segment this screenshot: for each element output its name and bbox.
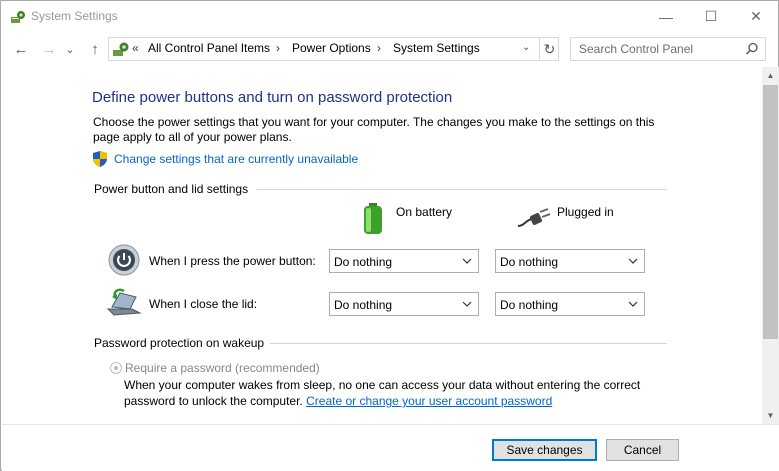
scroll-thumb[interactable] [763,85,778,339]
save-changes-button[interactable]: Save changes [492,439,597,461]
chevron-down-icon[interactable]: ⌄ [522,42,530,53]
window: System Settings — ☐ ✕ ← → ⌄ ↑ « All Cont… [0,0,779,471]
power-button-icon [108,244,140,276]
search-icon[interactable] [745,42,759,56]
arrow-right-icon: → [41,40,57,58]
password-group-divider [270,343,667,344]
close-button[interactable]: ✕ [733,1,779,32]
page-title: Define power buttons and turn on passwor… [92,89,453,106]
address-bar[interactable]: « All Control Panel Items › Power Option… [108,37,559,61]
power-group-divider [257,189,667,190]
chevron-down-icon [628,258,638,264]
require-password-description: When your computer wakes from sleep, no … [124,377,664,409]
maximize-icon: ☐ [704,8,718,24]
chevron-down-icon [628,301,638,307]
maximize-button[interactable]: ☐ [688,1,734,32]
chevron-down-icon: ⌄ [65,43,75,56]
battery-icon [364,203,382,234]
control-panel-icon [113,42,129,56]
breadcrumb-all-control-panel-items[interactable]: All Control Panel Items [148,41,270,55]
triangle-up-icon: ▲ [766,71,775,80]
arrow-left-icon: ← [13,40,29,58]
scroll-down-button[interactable]: ▼ [762,407,779,424]
close-lid-plugged-select[interactable]: Do nothing [495,292,645,316]
refresh-button[interactable]: ↻ [539,38,559,60]
search-input[interactable] [579,42,739,56]
select-value: Do nothing [500,255,559,269]
power-plug-icon [518,208,550,227]
refresh-icon: ↻ [543,40,556,57]
column-plugged-in: Plugged in [557,205,614,219]
power-button-battery-select[interactable]: Do nothing [329,249,479,273]
uac-shield-icon [93,151,107,167]
select-value: Do nothing [500,298,559,312]
triangle-down-icon: ▼ [766,411,775,420]
window-title: System Settings [31,9,118,23]
power-button-plugged-select[interactable]: Do nothing [495,249,645,273]
control-panel-icon [11,11,25,23]
forward-button[interactable]: → [39,39,59,59]
cancel-button[interactable]: Cancel [606,439,679,461]
minimize-icon: — [659,8,673,25]
column-on-battery: On battery [396,205,453,219]
address-overflow[interactable]: « [132,41,139,55]
recent-locations-button[interactable]: ⌄ [63,39,77,59]
scroll-up-button[interactable]: ▲ [762,67,779,84]
close-lid-battery-select[interactable]: Do nothing [329,292,479,316]
breadcrumb-power-options[interactable]: Power Options [292,41,371,55]
footer-bar: Save changes Cancel [2,424,779,471]
user-account-password-link[interactable]: Create or change your user account passw… [306,394,552,408]
chevron-down-icon [462,301,472,307]
change-settings-link[interactable]: Change settings that are currently unava… [114,152,358,166]
close-icon: ✕ [750,8,762,24]
page-description: Choose the power settings that you want … [93,115,655,144]
require-password-label: Require a password (recommended) [125,361,320,375]
chevron-right-icon[interactable]: › [276,41,280,55]
breadcrumb-system-settings[interactable]: System Settings [393,41,480,55]
power-group-title: Power button and lid settings [94,182,249,196]
laptop-lid-icon [106,288,142,316]
vertical-scrollbar[interactable]: ▲ ▼ [762,67,779,424]
title-bar: System Settings — ☐ ✕ [1,1,778,32]
up-button[interactable]: ↑ [85,39,105,59]
arrow-up-icon: ↑ [91,40,99,58]
select-value: Do nothing [334,255,393,269]
close-lid-label: When I close the lid: [149,297,258,311]
minimize-button[interactable]: — [643,1,689,32]
chevron-down-icon [462,258,472,264]
chevron-right-icon[interactable]: › [377,41,381,55]
select-value: Do nothing [334,298,393,312]
content-area: Define power buttons and turn on passwor… [2,67,762,432]
power-button-label: When I press the power button: [149,254,316,268]
require-password-radio[interactable] [110,362,122,374]
password-group-title: Password protection on wakeup [94,336,265,350]
back-button[interactable]: ← [11,39,31,59]
search-box[interactable] [570,37,766,61]
